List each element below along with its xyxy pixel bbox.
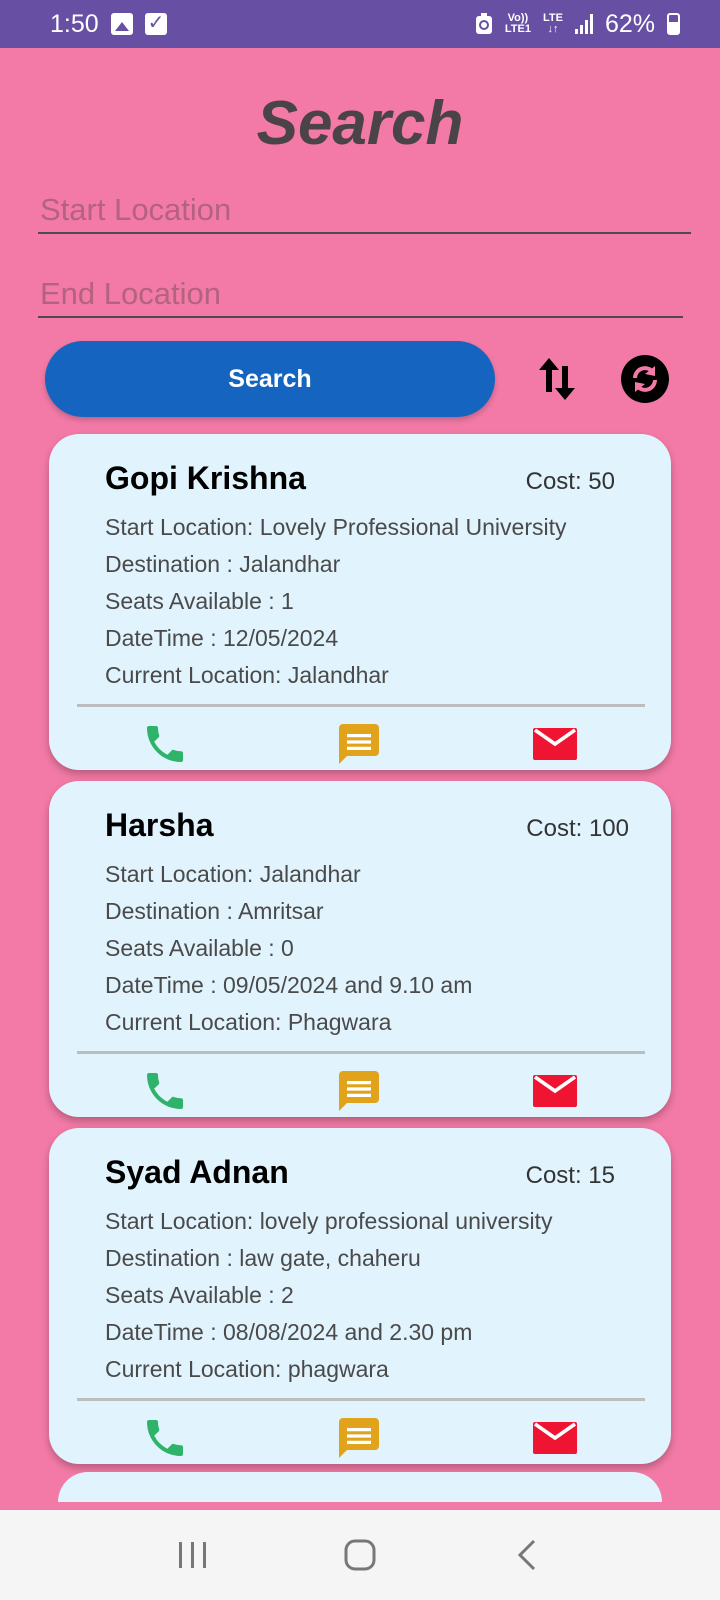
status-left: 1:50 [50, 10, 167, 39]
page-title: Search [256, 89, 464, 158]
volte-bottom: LTE1 [504, 23, 531, 35]
ride-seats: Seats Available : 2 [105, 1282, 294, 1308]
message-button[interactable] [333, 720, 385, 768]
signal-icon [574, 14, 593, 34]
message-button[interactable] [333, 1067, 385, 1115]
mail-icon [533, 728, 577, 760]
start-location-input[interactable] [38, 188, 691, 234]
volte-indicator: Vo)) LTE1 [505, 13, 531, 35]
ride-seats: Seats Available : 0 [105, 935, 294, 961]
message-icon [339, 1071, 379, 1111]
recent-apps-icon [179, 1542, 207, 1568]
driver-name: Syad Adnan [105, 1154, 289, 1190]
ride-datetime: DateTime : 12/05/2024 [105, 625, 339, 651]
gallery-icon [110, 13, 133, 35]
ride-start-location: Start Location: Jalandhar [105, 861, 361, 887]
ride-destination: Destination : Jalandhar [105, 551, 341, 577]
card-divider [77, 1398, 645, 1401]
end-location-input[interactable] [38, 272, 683, 318]
checkbox-notification-icon [144, 10, 167, 35]
card-divider [77, 704, 645, 707]
battery-percent: 62% [604, 9, 655, 38]
back-icon [517, 1539, 535, 1571]
phone-icon [147, 726, 183, 762]
refresh-circle-icon [621, 355, 669, 403]
ride-seats: Seats Available : 1 [105, 588, 294, 614]
ride-current-location: Current Location: Phagwara [105, 1009, 392, 1035]
driver-name: Gopi Krishna [105, 460, 306, 496]
phone-icon [147, 1073, 183, 1109]
email-button[interactable] [529, 1414, 581, 1462]
mail-icon [533, 1422, 577, 1454]
message-icon [339, 1418, 379, 1458]
ride-current-location: Current Location: phagwara [105, 1356, 389, 1382]
ride-cost: Cost: 15 [525, 1162, 615, 1189]
call-button[interactable] [139, 720, 191, 768]
ride-datetime: DateTime : 08/08/2024 and 2.30 pm [105, 1319, 473, 1345]
ride-card-partial[interactable] [58, 1472, 662, 1502]
swap-vertical-icon [539, 358, 575, 400]
recent-apps-button[interactable] [168, 1530, 218, 1580]
status-bar: 1:50 Vo)) LTE1 LTE↓↑ 62% [0, 0, 720, 48]
battery-icon [667, 13, 680, 35]
navigation-bar [0, 1510, 720, 1600]
ride-card[interactable]: Gopi Krishna Cost: 50 Start Location: Lo… [49, 434, 671, 770]
lte-indicator: LTE ↓↑ [542, 12, 563, 35]
ride-card[interactable]: Harsha Cost: 100 Start Location: Jalandh… [49, 781, 671, 1117]
ride-destination: Destination : law gate, chaheru [105, 1245, 421, 1271]
ride-datetime: DateTime : 09/05/2024 and 9.10 am [105, 972, 473, 998]
call-button[interactable] [139, 1067, 191, 1115]
ride-cost: Cost: 100 [526, 815, 629, 842]
ride-card[interactable]: Syad Adnan Cost: 15 Start Location: love… [49, 1128, 671, 1464]
lte-label: LTE [542, 12, 563, 24]
search-button[interactable]: Search [45, 341, 495, 417]
driver-name: Harsha [105, 807, 214, 843]
call-button[interactable] [139, 1414, 191, 1462]
ride-current-location: Current Location: Jalandhar [105, 662, 389, 688]
refresh-button[interactable] [620, 354, 670, 404]
phone-icon [147, 1420, 183, 1456]
home-button[interactable] [335, 1530, 385, 1580]
home-icon [344, 1539, 376, 1571]
message-button[interactable] [333, 1414, 385, 1462]
ride-start-location: Start Location: Lovely Professional Univ… [105, 514, 567, 540]
ride-start-location: Start Location: lovely professional univ… [105, 1208, 553, 1234]
ride-destination: Destination : Amritsar [105, 898, 324, 924]
status-right: Vo)) LTE1 LTE ↓↑ 62% [475, 10, 680, 39]
data-saver-icon [475, 13, 492, 34]
back-button[interactable] [502, 1530, 552, 1580]
message-icon [339, 724, 379, 764]
status-time: 1:50 [50, 9, 99, 38]
swap-locations-button[interactable] [535, 354, 579, 404]
card-divider [77, 1051, 645, 1054]
mail-icon [533, 1075, 577, 1107]
email-button[interactable] [529, 720, 581, 768]
ride-cost: Cost: 50 [525, 468, 615, 495]
email-button[interactable] [529, 1067, 581, 1115]
